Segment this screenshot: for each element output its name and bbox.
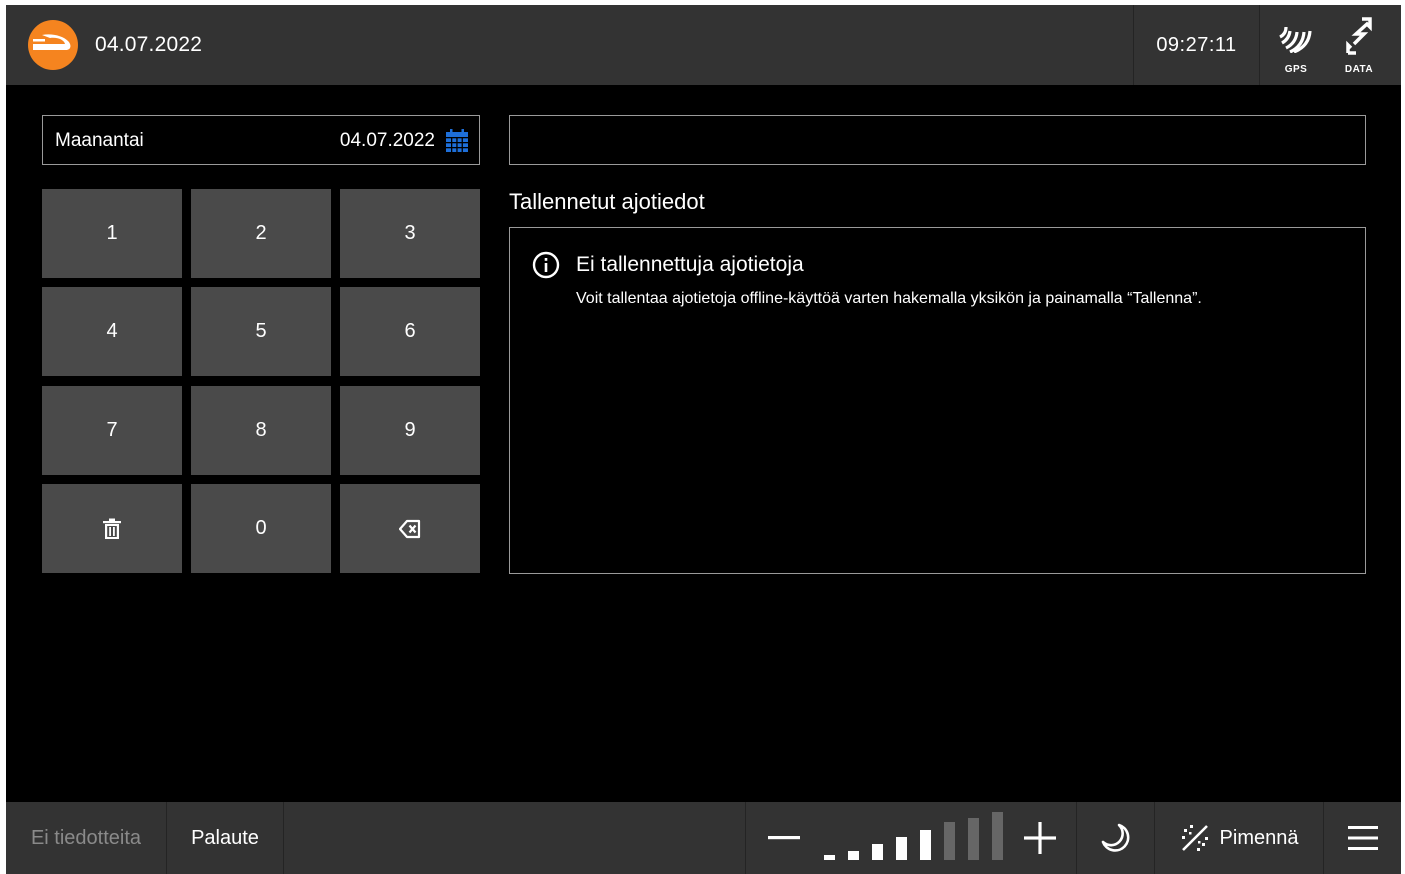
key-6[interactable]: 6 (340, 287, 480, 376)
key-8[interactable]: 8 (191, 386, 331, 475)
hamburger-menu-icon (1347, 826, 1378, 850)
app-frame: 04.07.2022 09:27:11 GPS DATA Maanantai 0… (6, 5, 1401, 874)
brightness-bar[interactable] (896, 837, 907, 860)
weekday-label: Maanantai (55, 130, 144, 151)
notices-button[interactable]: Ei tiedotteita (6, 802, 166, 874)
key-7[interactable]: 7 (42, 386, 182, 475)
divider (283, 802, 284, 874)
key-9[interactable]: 9 (340, 386, 480, 475)
top-bar: 04.07.2022 09:27:11 GPS DATA (6, 5, 1401, 85)
main-menu-button[interactable] (1324, 802, 1401, 874)
key-1[interactable]: 1 (42, 189, 182, 278)
gps-status: GPS (1266, 15, 1326, 79)
date-picker-field[interactable]: Maanantai 04.07.2022 (42, 115, 480, 165)
key-0[interactable]: 0 (191, 484, 331, 573)
plus-icon (1024, 822, 1056, 854)
backspace-button[interactable] (340, 484, 480, 573)
brightness-bar[interactable] (920, 830, 931, 860)
info-icon (532, 251, 560, 279)
gps-label: GPS (1284, 64, 1308, 75)
trash-icon (103, 518, 121, 539)
brightness-level[interactable] (816, 802, 1016, 874)
header-date: 04.07.2022 (95, 33, 203, 56)
brightness-decrease-button[interactable] (756, 802, 812, 874)
saved-trips-panel: Ei tallennettuja ajotietoja Voit tallent… (509, 227, 1366, 574)
brightness-bar[interactable] (992, 812, 1003, 860)
brightness-bar[interactable] (968, 818, 979, 860)
selected-date: 04.07.2022 (339, 130, 435, 151)
bottom-bar: Ei tiedotteita Palaute Pimennä (6, 802, 1401, 874)
empty-state-text: Voit tallentaa ajotietoja offline-käyttö… (576, 290, 1202, 307)
feedback-button[interactable]: Palaute (167, 802, 283, 874)
dim-label: Pimennä (1219, 826, 1299, 849)
brightness-bar[interactable] (848, 851, 859, 860)
app-logo (28, 20, 78, 70)
key-3[interactable]: 3 (340, 189, 480, 278)
clear-button[interactable] (42, 484, 182, 573)
empty-state-title: Ei tallennettuja ajotietoja (576, 253, 804, 276)
brightness-bar[interactable] (872, 844, 883, 860)
brightness-bar[interactable] (944, 822, 955, 860)
key-2[interactable]: 2 (191, 189, 331, 278)
data-transfer-icon (1346, 17, 1372, 55)
minus-icon (768, 836, 800, 840)
divider (745, 802, 746, 874)
divider (1259, 5, 1260, 85)
unit-input[interactable] (509, 115, 1366, 165)
dim-button[interactable]: Pimennä (1155, 802, 1323, 874)
key-4[interactable]: 4 (42, 287, 182, 376)
brightness-bar[interactable] (824, 855, 835, 860)
saved-trips-title: Tallennetut ajotiedot (509, 189, 705, 214)
header-clock: 09:27:11 (1156, 33, 1237, 56)
moon-icon (1101, 823, 1129, 852)
backspace-icon (399, 519, 421, 538)
brightness-increase-button[interactable] (1014, 802, 1066, 874)
dim-icon (1181, 825, 1208, 851)
gps-signal-icon (1279, 26, 1312, 53)
key-5[interactable]: 5 (191, 287, 331, 376)
data-label: DATA (1344, 64, 1374, 75)
calendar-icon[interactable] (445, 129, 469, 153)
data-status: DATA (1329, 15, 1389, 79)
night-mode-button[interactable] (1077, 802, 1154, 874)
